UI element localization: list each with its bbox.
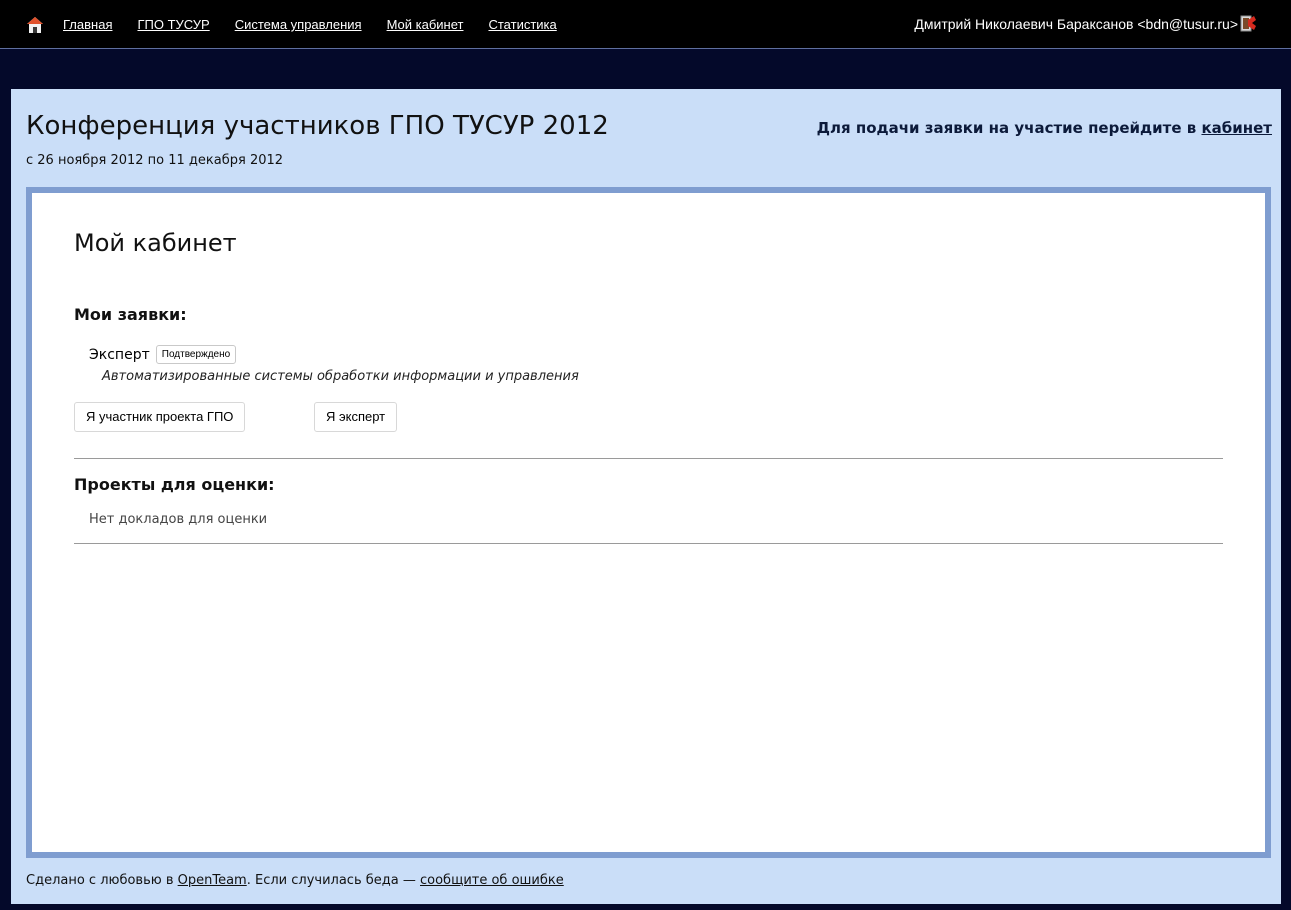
conference-panel: Конференция участников ГПО ТУСУР 2012 с … bbox=[11, 89, 1281, 904]
nav-link-my-cabinet[interactable]: Мой кабинет bbox=[387, 17, 464, 32]
current-user: Дмитрий Николаевич Бараксанов <bdn@tusur… bbox=[914, 16, 1238, 32]
footer: Сделано с любовью в OpenTeam. Если случи… bbox=[26, 873, 564, 888]
footer-trouble-text: . Если случилась беда — bbox=[246, 873, 416, 888]
top-nav-bar: Главная ГПО ТУСУР Система управления Мой ка… bbox=[0, 0, 1291, 49]
home-icon[interactable] bbox=[26, 16, 44, 34]
expert-button[interactable]: Я эксперт bbox=[314, 402, 398, 432]
apply-note: Для подачи заявки на участие перейдите в… bbox=[817, 119, 1272, 137]
main-nav: Главная ГПО ТУСУР Система управления Мой ка… bbox=[63, 17, 582, 32]
request-section: Автоматизированные системы обработки инф… bbox=[102, 369, 579, 384]
footer-made-text: Сделано с любовью в bbox=[26, 873, 174, 888]
logout-icon[interactable] bbox=[1240, 14, 1257, 32]
participant-button[interactable]: Я участник проекта ГПО bbox=[74, 402, 246, 432]
divider bbox=[74, 458, 1223, 459]
apply-note-text: Для подачи заявки на участие перейдите в bbox=[816, 119, 1197, 137]
request-item: Эксперт Подтверждено bbox=[89, 345, 237, 364]
page-title: Мой кабинет bbox=[74, 229, 237, 257]
conference-dates: с 26 ноября 2012 по 11 декабря 2012 bbox=[26, 153, 284, 168]
conference-title: Конференция участников ГПО ТУСУР 2012 bbox=[26, 111, 609, 141]
cabinet-content: Мой кабинет Мои заявки: Эксперт Подтверж… bbox=[26, 187, 1271, 858]
request-role: Эксперт bbox=[89, 346, 150, 363]
status-badge: Подтверждено bbox=[155, 345, 237, 364]
divider bbox=[74, 543, 1223, 544]
nav-link-gpo[interactable]: ГПО ТУСУР bbox=[137, 17, 209, 32]
cabinet-link[interactable]: кабинет bbox=[1201, 119, 1272, 137]
projects-heading: Проекты для оценки: bbox=[74, 475, 275, 494]
my-requests-heading: Мои заявки: bbox=[74, 305, 187, 324]
nav-link-management[interactable]: Система управления bbox=[235, 17, 362, 32]
openteam-link[interactable]: OpenTeam bbox=[178, 873, 247, 888]
projects-empty-note: Нет докладов для оценки bbox=[89, 512, 268, 527]
nav-link-statistics[interactable]: Статистика bbox=[488, 17, 556, 32]
report-error-link[interactable]: сообщите об ошибке bbox=[420, 873, 564, 888]
nav-link-home[interactable]: Главная bbox=[63, 17, 112, 32]
